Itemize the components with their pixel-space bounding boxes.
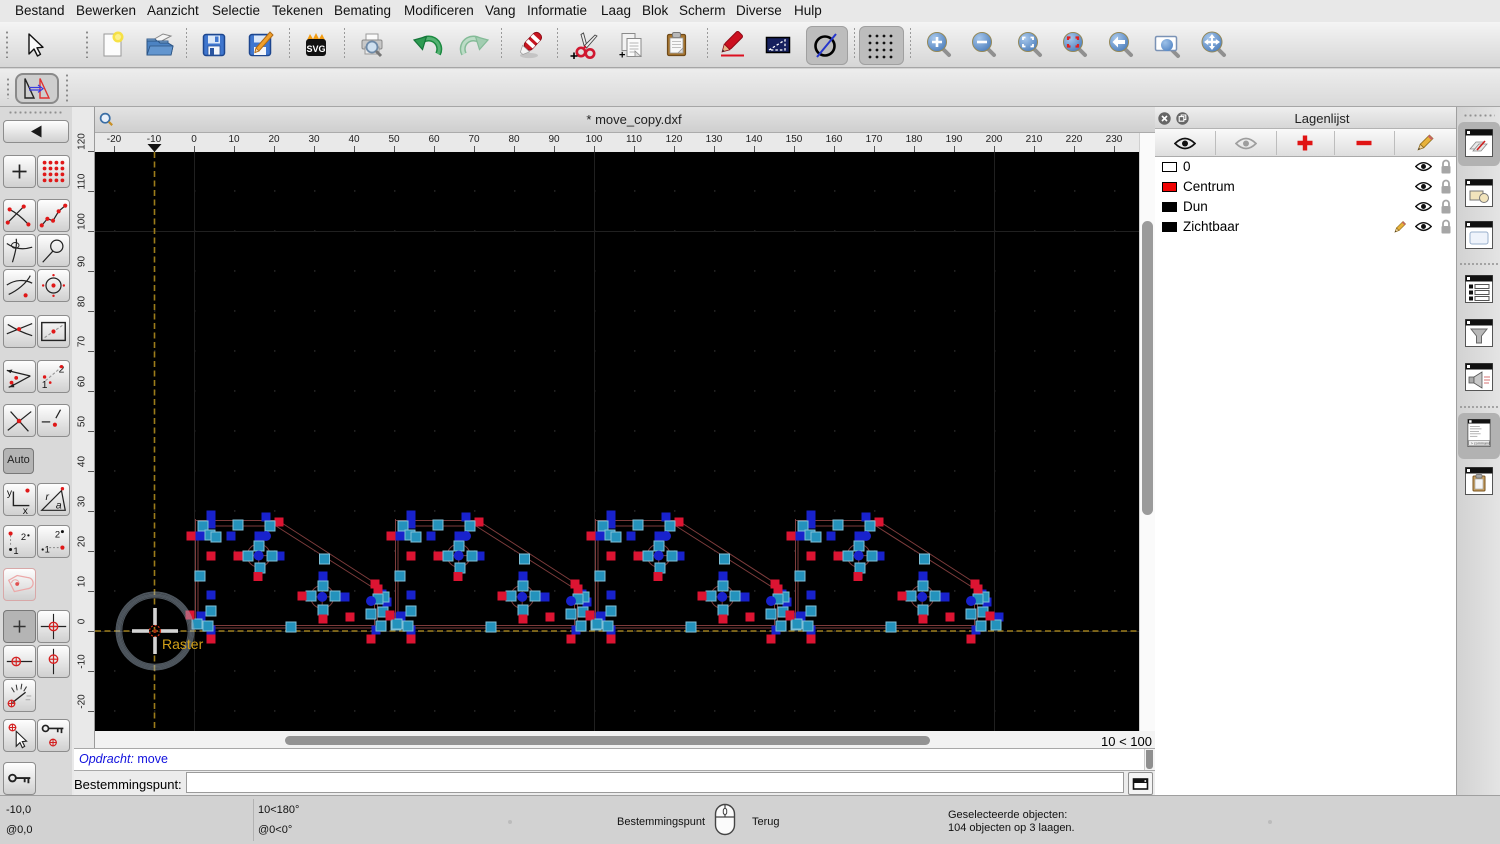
svg-text:1: 1 (42, 380, 48, 391)
svg-text:Raster: Raster (162, 636, 204, 652)
svg-text:1: 1 (13, 545, 18, 556)
svg-text:y: y (7, 488, 13, 499)
svg-text:+: + (619, 50, 625, 60)
svg-text:2: 2 (55, 528, 60, 539)
svg-text:1: 1 (45, 543, 50, 554)
svg-text:2: 2 (21, 531, 26, 542)
svg-text:> command: > command (1471, 442, 1490, 446)
svg-text:SVG: SVG (306, 44, 325, 54)
svg-text:x: x (23, 506, 29, 515)
svg-text:r: r (46, 492, 50, 503)
svg-text:a: a (56, 500, 62, 511)
